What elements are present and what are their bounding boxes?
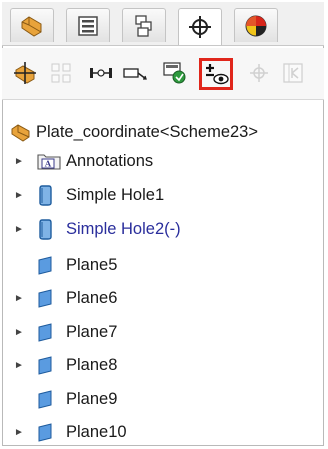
plane-icon bbox=[36, 321, 66, 343]
move-crosshair-icon bbox=[250, 64, 268, 82]
expand-arrow-icon[interactable]: ► bbox=[14, 352, 36, 378]
tree-root-label: Plate_coordinate<Scheme23> bbox=[36, 122, 258, 141]
tab-configuration-manager[interactable] bbox=[122, 8, 166, 42]
part-feature-icon bbox=[21, 15, 42, 37]
tree-item-plane8[interactable]: ► Plane8 bbox=[14, 352, 117, 378]
pattern-feature-button[interactable] bbox=[46, 58, 76, 88]
dimxpert-toolbar bbox=[2, 48, 324, 100]
expand-arrow-icon[interactable]: ► bbox=[14, 319, 36, 345]
show-tolerance-status-button[interactable] bbox=[199, 58, 233, 90]
tree-item-label: Plane10 bbox=[66, 422, 127, 441]
material-chip-icon bbox=[163, 62, 186, 84]
part-icon bbox=[10, 121, 36, 143]
tree-item-simple-hole1[interactable]: ► Simple Hole1 bbox=[14, 182, 164, 208]
crosshair-icon bbox=[189, 16, 211, 38]
tree-item-plane10[interactable]: ► Plane10 bbox=[14, 419, 127, 445]
svg-text:A: A bbox=[44, 159, 52, 169]
panel-tab-strip bbox=[2, 2, 324, 46]
tree-item-label: Plane7 bbox=[66, 322, 118, 341]
tree-item-simple-hole2[interactable]: ► Simple Hole2(-) bbox=[14, 216, 181, 242]
tab-property-manager[interactable] bbox=[66, 8, 110, 42]
dimension-range-icon bbox=[90, 68, 112, 78]
plane-icon bbox=[36, 287, 66, 309]
annotations-icon: A bbox=[36, 150, 66, 172]
tree-item-plane7[interactable]: ► Plane7 bbox=[14, 319, 117, 345]
plane-icon bbox=[36, 421, 66, 443]
appearance-pie-icon bbox=[245, 15, 267, 36]
hole-feature-icon bbox=[36, 218, 66, 240]
table-text-icon bbox=[283, 63, 303, 83]
datum-button[interactable] bbox=[160, 58, 190, 88]
hole-feature-icon bbox=[36, 184, 66, 206]
tree-item-plane5[interactable]: ► Plane5 bbox=[14, 252, 117, 278]
tab-dimxpert-manager[interactable] bbox=[178, 8, 222, 45]
expand-arrow-icon[interactable]: ► bbox=[14, 419, 36, 445]
tree-item-label: Simple Hole2(-) bbox=[66, 219, 181, 238]
tree-item-label: Plane6 bbox=[66, 288, 118, 307]
tab-display-manager[interactable] bbox=[234, 8, 278, 42]
expand-arrow-icon[interactable]: ► bbox=[14, 182, 36, 208]
tree-item-label: Simple Hole1 bbox=[66, 185, 165, 204]
tree-item-plane9[interactable]: ► Plane9 bbox=[14, 386, 117, 412]
tree-item-plane6[interactable]: ► Plane6 bbox=[14, 285, 117, 311]
show-plus-minus-icon bbox=[206, 64, 229, 85]
expand-arrow-icon[interactable]: ► bbox=[14, 148, 36, 174]
tree-item-label: Plane8 bbox=[66, 355, 118, 374]
expand-arrow-icon[interactable]: ► bbox=[14, 285, 36, 311]
plane-icon bbox=[36, 354, 66, 376]
size-dimension-button[interactable] bbox=[120, 58, 150, 88]
tree-item-label: Plane5 bbox=[66, 255, 118, 274]
plane-icon bbox=[36, 388, 66, 410]
tree-item-label: Annotations bbox=[66, 151, 154, 170]
tolerance-table-button[interactable] bbox=[278, 58, 308, 88]
configuration-icon bbox=[135, 14, 152, 37]
property-list-icon bbox=[78, 15, 98, 36]
grid-matrix-icon bbox=[51, 63, 71, 83]
auto-dimension-scheme-button[interactable] bbox=[10, 58, 40, 88]
tree-item-annotations[interactable]: ► A Annotations bbox=[14, 148, 153, 174]
coordinate-system-icon bbox=[14, 62, 36, 84]
tree-item-label: Plane9 bbox=[66, 389, 118, 408]
arrow-sketch-icon bbox=[123, 68, 147, 80]
tree-root-part[interactable]: Plate_coordinate<Scheme23> bbox=[10, 120, 258, 144]
location-dimension-button[interactable] bbox=[86, 58, 116, 88]
plane-icon bbox=[36, 254, 66, 276]
tab-feature-manager[interactable] bbox=[10, 8, 54, 42]
copy-scheme-button[interactable] bbox=[244, 58, 274, 88]
expand-arrow-icon[interactable]: ► bbox=[14, 216, 36, 242]
